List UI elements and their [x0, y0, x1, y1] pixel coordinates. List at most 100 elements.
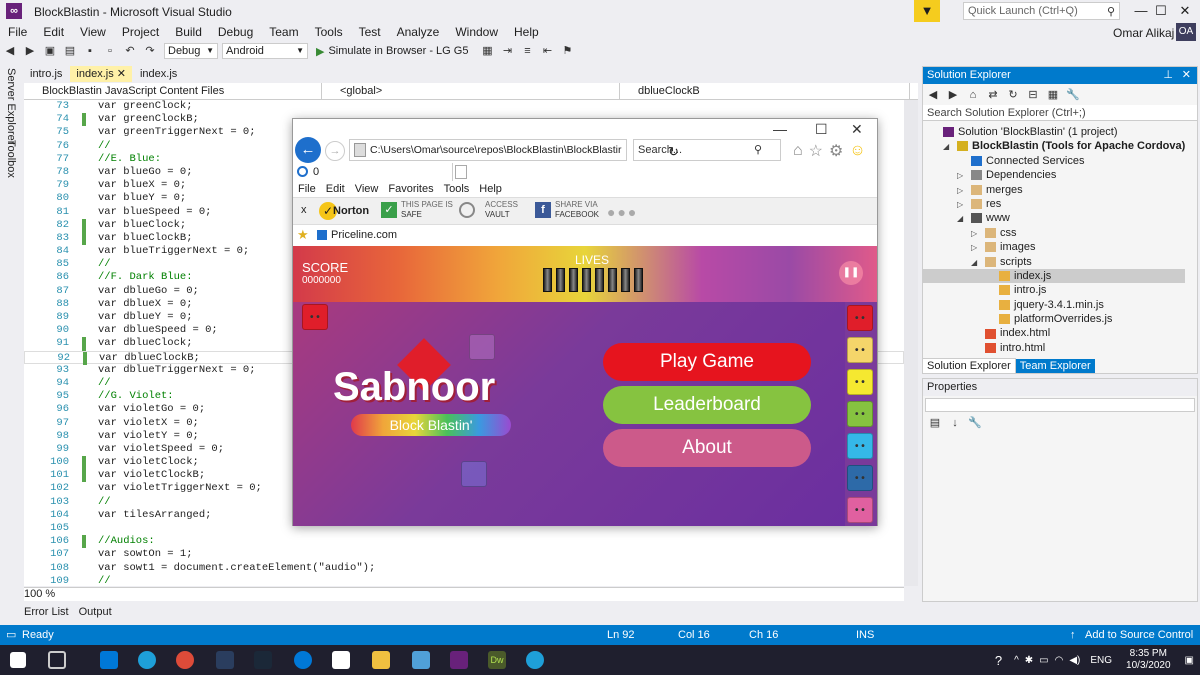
language[interactable]: ENG — [1090, 655, 1112, 666]
tray-up-icon[interactable]: ^ — [1014, 655, 1019, 666]
close-icon[interactable]: ✕ — [1182, 67, 1191, 84]
ie-icon[interactable] — [526, 651, 544, 669]
menu-item-help[interactable]: Help — [514, 25, 539, 39]
browser-maximize-button[interactable]: ☐ — [815, 121, 828, 138]
about-button[interactable]: About — [603, 429, 811, 467]
file-explorer-icon[interactable] — [372, 651, 390, 669]
app2-icon[interactable] — [412, 651, 430, 669]
menu-item-analyze[interactable]: Analyze — [397, 25, 440, 39]
steam-icon[interactable] — [254, 651, 272, 669]
save-all-icon[interactable]: ▫ — [103, 44, 117, 58]
platform-select[interactable]: Android ▼ — [222, 43, 308, 59]
back-arrow-icon[interactable]: ← — [295, 137, 321, 163]
tree-item[interactable]: jquery-3.4.1.min.js — [923, 298, 1185, 312]
dreamweaver-icon[interactable]: Dw — [488, 651, 506, 669]
forward-icon[interactable]: ▶ — [946, 88, 960, 102]
tree-item[interactable]: Solution 'BlockBlastin' (1 project) — [923, 125, 1185, 139]
error-list-tab[interactable]: Error List — [24, 606, 69, 618]
tree-item[interactable]: index.html — [923, 326, 1185, 340]
browser-menu-tools[interactable]: Tools — [444, 183, 470, 195]
expander-icon[interactable]: ◢ — [957, 212, 967, 226]
tree-item[interactable]: ◢ scripts — [923, 255, 1185, 269]
properties-icon[interactable]: ▦ — [1046, 88, 1060, 102]
expander-icon[interactable]: ◢ — [971, 256, 981, 270]
tab-index-js[interactable]: index.js — [134, 66, 183, 82]
run-button[interactable]: ▶ Simulate in Browser - LG G5 — [316, 45, 468, 58]
properties-object-select[interactable] — [925, 398, 1195, 412]
tab-index-js-active[interactable]: index.js ✕ — [70, 66, 132, 82]
tree-item[interactable]: ◢ www — [923, 211, 1185, 225]
wifi-icon[interactable]: ◠ — [1055, 655, 1064, 666]
menu-item-team[interactable]: Team — [269, 25, 298, 39]
app-icon[interactable] — [294, 651, 312, 669]
code-line[interactable]: 108 var sowt1 = document.createElement("a… — [24, 562, 904, 575]
zoom-level[interactable]: 100 % — [24, 587, 904, 601]
scope-dropdown[interactable]: <global> — [322, 83, 620, 99]
new-project-icon[interactable]: ▣ — [43, 44, 57, 58]
tab-intro-js[interactable]: intro.js — [24, 66, 68, 82]
leaderboard-button[interactable]: Leaderboard — [603, 386, 811, 424]
address-bar[interactable]: C:\Users\Omar\source\repos\BlockBlastin\… — [349, 139, 679, 161]
wrench-icon[interactable]: 🔧 — [968, 416, 982, 430]
expander-icon[interactable]: ▷ — [957, 169, 967, 183]
browser-menu-view[interactable]: View — [355, 183, 379, 195]
menu-item-build[interactable]: Build — [175, 25, 202, 39]
menu-item-tools[interactable]: Tools — [315, 25, 343, 39]
favorite-link[interactable]: Priceline.com — [331, 225, 397, 245]
menu-item-window[interactable]: Window — [455, 25, 498, 39]
toolbar-tools-icon[interactable]: ▦ — [480, 44, 494, 58]
windows-start-icon[interactable] — [10, 652, 26, 668]
code-line[interactable]: 107 var sowtOn = 1; — [24, 548, 904, 561]
step-icon[interactable]: ⇥ — [500, 44, 514, 58]
editor-scrollbar[interactable] — [904, 100, 918, 586]
config-select[interactable]: Debug ▼ — [164, 43, 218, 59]
solution-search-input[interactable]: Search Solution Explorer (Ctrl+;) — [923, 105, 1197, 121]
bluetooth-icon[interactable]: ✱ — [1025, 655, 1033, 666]
game-canvas[interactable]: SCORE 0000000 LIVES ❚❚ • • Sabnoor Block… — [293, 246, 877, 526]
smiley-feedback-icon[interactable]: ☺ — [849, 142, 865, 160]
feedback-filter-icon[interactable]: ▼ — [914, 0, 940, 22]
favorites-star-icon[interactable]: ★ — [297, 225, 309, 245]
tab-solution-explorer[interactable]: Solution Explorer — [922, 358, 1016, 374]
project-dropdown[interactable]: BlockBlastin JavaScript Content Files — [24, 83, 322, 99]
avatar[interactable]: OA — [1176, 23, 1196, 41]
settings-gear-icon[interactable]: ⚙ — [829, 141, 843, 161]
tree-item[interactable]: platformOverrides.js — [923, 312, 1185, 326]
snip-icon[interactable] — [216, 651, 234, 669]
edge-icon[interactable] — [138, 651, 156, 669]
menu-item-view[interactable]: View — [80, 25, 106, 39]
browser-menu-help[interactable]: Help — [479, 183, 502, 195]
output-tab[interactable]: Output — [79, 606, 112, 618]
page-safe-indicator[interactable]: THIS PAGE IS SAFE — [401, 200, 453, 220]
tree-item[interactable]: Connected Services — [923, 154, 1185, 168]
open-file-icon[interactable]: ▤ — [63, 44, 77, 58]
collapse-icon[interactable]: ⊟ — [1026, 88, 1040, 102]
tree-item[interactable]: index.js — [923, 268, 1185, 284]
code-line[interactable]: 73 var greenClock; — [24, 100, 904, 113]
pause-icon[interactable]: ❚❚ — [839, 261, 863, 285]
close-button[interactable]: ✕ — [1170, 2, 1200, 20]
forward-nav-icon[interactable]: ▶ — [23, 44, 37, 58]
comment-icon[interactable]: ≡ — [520, 44, 534, 58]
tree-item[interactable]: ▷ merges — [923, 183, 1185, 197]
browser-menu-edit[interactable]: Edit — [326, 183, 345, 195]
task-view-icon[interactable] — [48, 651, 66, 669]
expander-icon[interactable]: ▷ — [957, 184, 967, 198]
norton-brand[interactable]: Norton — [333, 205, 369, 217]
play-game-button[interactable]: Play Game — [603, 343, 811, 381]
save-icon[interactable]: ▪ — [83, 44, 97, 58]
tree-item[interactable]: ▷ res — [923, 197, 1185, 211]
expander-icon[interactable]: ▷ — [971, 227, 981, 241]
tree-item[interactable]: ◢ BlockBlastin (Tools for Apache Cordova) — [923, 139, 1185, 153]
more-dots-icon[interactable]: ●●● — [607, 204, 638, 220]
tree-item[interactable]: intro.js — [923, 283, 1185, 297]
sync-icon[interactable]: ⇄ — [986, 88, 1000, 102]
tab-team-explorer[interactable]: Team Explorer — [1015, 359, 1095, 373]
browser-minimize-button[interactable]: — — [773, 121, 787, 137]
browser-menu-file[interactable]: File — [298, 183, 316, 195]
menu-item-edit[interactable]: Edit — [43, 25, 64, 39]
browser-tab[interactable]: 0 — [293, 163, 453, 181]
mail-icon[interactable] — [100, 651, 118, 669]
expander-icon[interactable]: ▷ — [957, 198, 967, 212]
code-line[interactable]: 106 //Audios: — [24, 535, 904, 549]
